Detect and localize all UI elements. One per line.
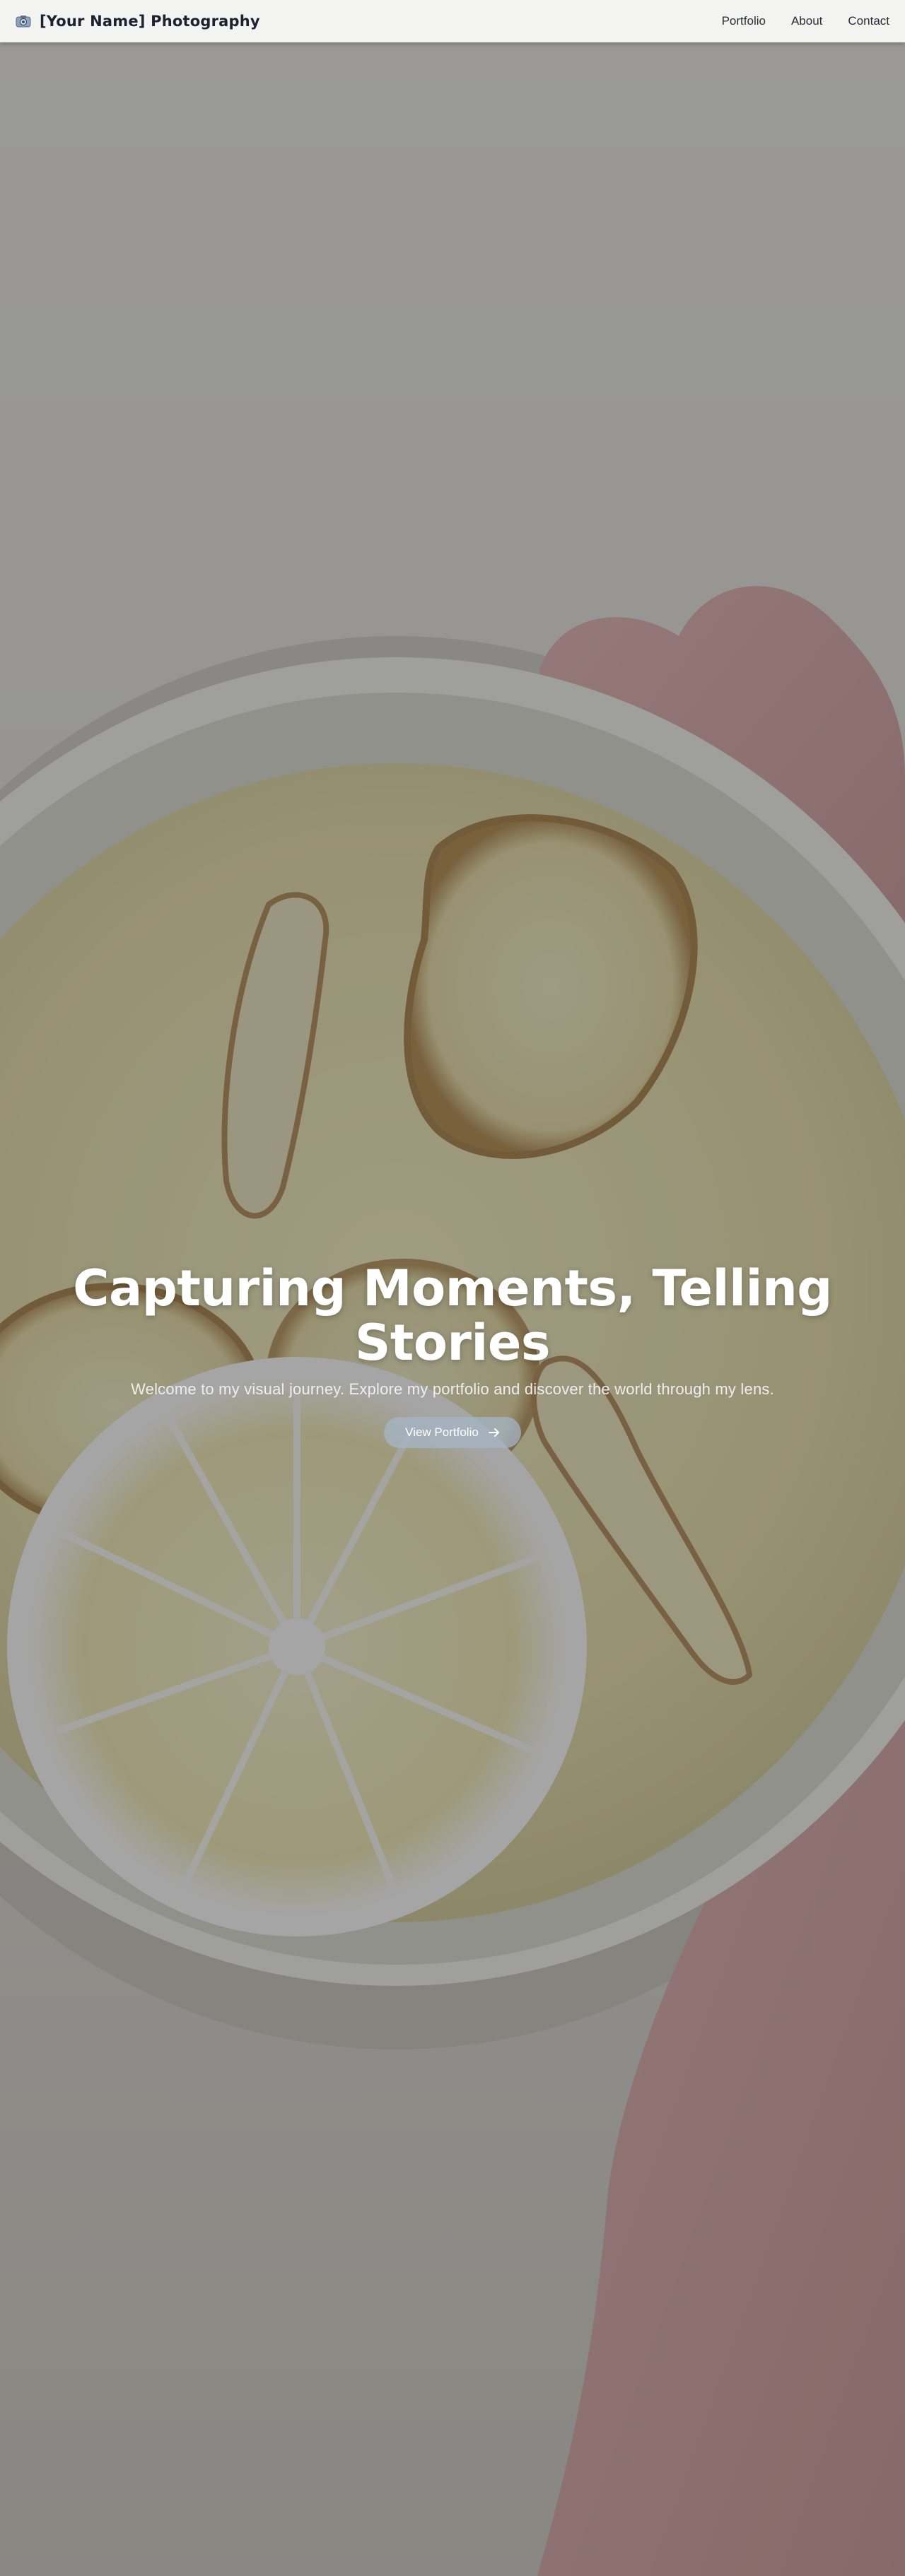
hero-title: Capturing Moments, Telling Stories xyxy=(73,1259,832,1372)
main-nav: Portfolio About Contact xyxy=(722,14,889,28)
nav-link-about[interactable]: About xyxy=(791,14,822,28)
arrow-right-icon xyxy=(488,1428,499,1437)
nav-link-contact[interactable]: Contact xyxy=(848,14,889,28)
cta-label: View Portfolio xyxy=(405,1425,479,1439)
view-portfolio-button[interactable]: View Portfolio xyxy=(384,1417,521,1448)
brand-name: [Your Name] Photography xyxy=(40,13,260,30)
hero-content: Capturing Moments, Telling Stories Welco… xyxy=(0,1261,905,1448)
hero-section: Capturing Moments, Telling Stories Welco… xyxy=(0,0,905,2576)
nav-link-portfolio[interactable]: Portfolio xyxy=(722,14,766,28)
site-header: [Your Name] Photography Portfolio About … xyxy=(0,0,905,42)
hero-subtitle: Welcome to my visual journey. Explore my… xyxy=(131,1380,774,1398)
brand-link[interactable]: [Your Name] Photography xyxy=(16,13,260,30)
camera-icon xyxy=(16,16,31,28)
